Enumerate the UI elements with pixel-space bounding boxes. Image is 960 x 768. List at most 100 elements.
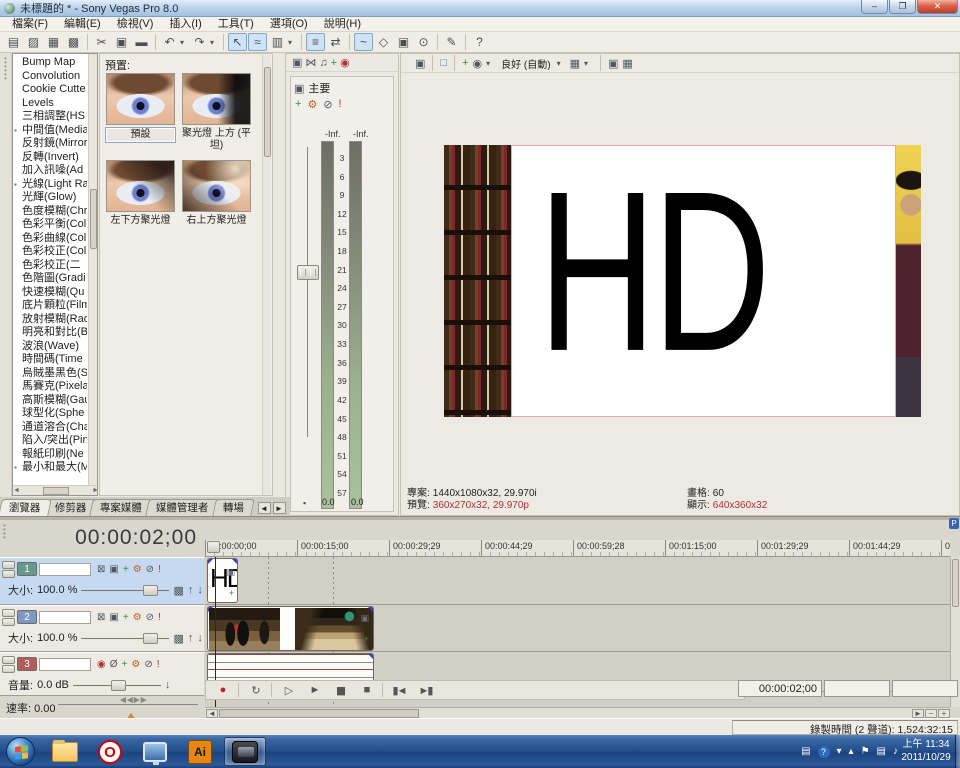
plugin-list-item[interactable]: ▪ 中間值(Media [13,124,87,138]
event-pan-crop-icon[interactable]: ▣ [360,613,369,624]
preview-properties-icon[interactable]: ▣ [415,57,425,70]
dock-tab[interactable]: 轉場 [212,499,255,516]
scroll-left-icon[interactable]: ◄ [206,709,218,718]
timeline-event-hd-clip[interactable]: HD ▣ + [207,558,238,603]
record-arm-icon[interactable]: ◉ [97,659,106,670]
redo-dropdown-icon[interactable]: ▾ [210,38,219,47]
paste-icon[interactable]: ▬ [132,33,151,51]
restore-button[interactable]: ❐ [889,0,916,14]
tabs-scroll-right-icon[interactable]: ► [273,502,286,514]
cursor-timecode[interactable]: 00:00:02;00 [75,526,197,550]
preset-caption[interactable]: 聚光燈 上方 (平坦) [181,127,252,153]
ignore-grouping-icon[interactable]: ◇ [374,33,393,51]
preset-panel-scrollbar[interactable] [262,55,271,495]
save-icon[interactable]: ▦ [44,33,63,51]
track-minimize-buttons[interactable] [2,561,15,578]
grid-dropdown-icon[interactable]: ▾ [584,59,593,68]
tray-help-icon[interactable]: ? [818,746,830,758]
snapping-icon[interactable]: ≡ [306,33,325,51]
preset-thumbnail-default[interactable] [106,73,175,125]
plugin-list-item[interactable]: 反射鏡(Mirror [13,137,87,151]
bus-properties-icon[interactable]: ▣ [294,82,304,95]
menu-item[interactable]: 工具(T) [210,17,262,31]
scroll-thumb[interactable] [219,709,419,718]
track-name-field[interactable] [39,658,91,671]
dock-tab[interactable]: 專案媒體 [89,499,153,516]
taskbar-vegas-button[interactable] [224,737,266,766]
open-icon[interactable]: ▨ [24,33,43,51]
cut-icon[interactable]: ✂ [92,33,111,51]
track-minimize-buttons[interactable] [2,609,15,626]
zoom-tool-icon[interactable]: ⊙ [414,33,433,51]
record-button[interactable]: ● [212,684,232,696]
preview-quality-select[interactable]: 良好 (自動) [499,56,552,71]
overlay-icon[interactable]: ◉ [473,57,483,70]
plugin-list-item[interactable]: 色彩平衡(Col [13,218,87,232]
event-fx-icon[interactable]: + [229,588,234,598]
close-button[interactable]: ✕ [917,0,958,14]
compositing-icon[interactable]: ▣ [109,612,118,623]
normal-edit-tool-icon[interactable]: ↖ [228,33,247,51]
action-center-flag-icon[interactable]: ⚑ [861,746,870,757]
preset-caption[interactable]: 左下方聚光燈 [105,214,176,228]
automation-icon[interactable]: ⚙ [131,659,140,670]
tool-dropdown-icon[interactable]: ▾ [288,38,297,47]
track-fx-icon[interactable]: + [123,612,129,623]
network-icon[interactable]: ▤ [877,746,886,757]
title-bar[interactable]: 未標題的 * - Sony Vegas Pro 8.0 – ❐ ✕ [0,0,960,17]
stop-button[interactable]: ■ [356,684,376,696]
pause-button[interactable]: ▮▮ [330,684,350,697]
plugin-list-item[interactable]: 反轉(Invert) [13,151,87,165]
parent-up-icon[interactable]: ↑ [188,632,194,644]
plugin-list-item[interactable]: 三相調整(HS [13,110,87,124]
copy-icon[interactable]: ▣ [112,33,131,51]
zoom-in-icon[interactable]: + [938,709,950,718]
menu-item[interactable]: 說明(H) [316,17,369,31]
track-name-field[interactable] [39,563,91,576]
event-fx-icon[interactable]: + [364,634,369,644]
cursor-head[interactable] [207,541,220,553]
master-automation-icon[interactable]: ⚙ [307,98,317,111]
track-name-field[interactable] [39,611,91,624]
plugin-list-vertical-scrollbar[interactable] [88,54,97,487]
taskbar-display-settings-button[interactable] [134,737,176,766]
track-row-1[interactable] [205,557,950,605]
plugin-list-item[interactable]: 明亮和對比(B [13,326,87,340]
automation-icon[interactable]: ⚙ [133,612,142,623]
scrub-control-handle[interactable]: ◄◄►► [118,695,146,706]
plugin-list-item[interactable]: 烏賊墨黑色(S [13,367,87,381]
whats-this-help-icon[interactable]: ? [470,33,489,51]
plugin-list-item[interactable]: 色彩曲線(Col [13,232,87,246]
solo-icon[interactable]: ! [157,659,160,670]
mixer-tool-icon[interactable]: ▥ [268,33,287,51]
save-snapshot-icon[interactable]: ▦ [622,57,632,70]
level-slider[interactable] [81,585,169,596]
dim-output-icon[interactable]: ♫ [319,57,327,69]
plugin-list-item[interactable]: 波浪(Wave) [13,340,87,354]
marker-p-badge[interactable]: P [949,518,959,529]
cursor-position-box[interactable]: 00:00:02;00 [738,680,822,697]
taskbar-clock[interactable]: 上午 11:34 2011/10/29 [898,738,954,764]
scroll-left-icon[interactable]: ◄ [13,487,20,494]
tabs-scroll-left-icon[interactable]: ◄ [258,502,271,514]
downmix-icon[interactable]: ⋈ [305,56,316,69]
plugin-list-item[interactable]: Cookie Cutte [13,83,87,97]
composite-mode-icon[interactable]: ▩ [173,632,183,645]
plugin-list-item[interactable]: 快速模糊(Qu [13,286,87,300]
copy-snapshot-icon[interactable]: ▣ [608,57,618,70]
selection-length-box[interactable] [892,680,958,697]
external-monitor-icon[interactable]: □ [440,57,447,69]
scroll-right-icon[interactable]: ► [912,709,924,718]
taskbar-explorer-button[interactable] [44,737,86,766]
preset-thumbnail-spotlight-lower-left[interactable] [106,160,175,212]
dock-tab[interactable]: 瀏覽器 [0,499,51,516]
preset-thumbnail-spotlight-top-flat[interactable] [182,73,251,125]
auto-ripple-icon[interactable]: ⇄ [326,33,345,51]
play-from-start-button[interactable]: ▷ [278,684,298,697]
track-number-badge[interactable]: 3 [17,657,37,671]
automation-icon[interactable]: ⚙ [133,564,142,575]
track-number-badge[interactable]: 2 [17,610,37,624]
level-slider[interactable] [81,633,169,644]
child-down-icon[interactable]: ↓ [197,632,203,644]
plugin-list-item[interactable]: 色彩校正(二 [13,259,87,273]
